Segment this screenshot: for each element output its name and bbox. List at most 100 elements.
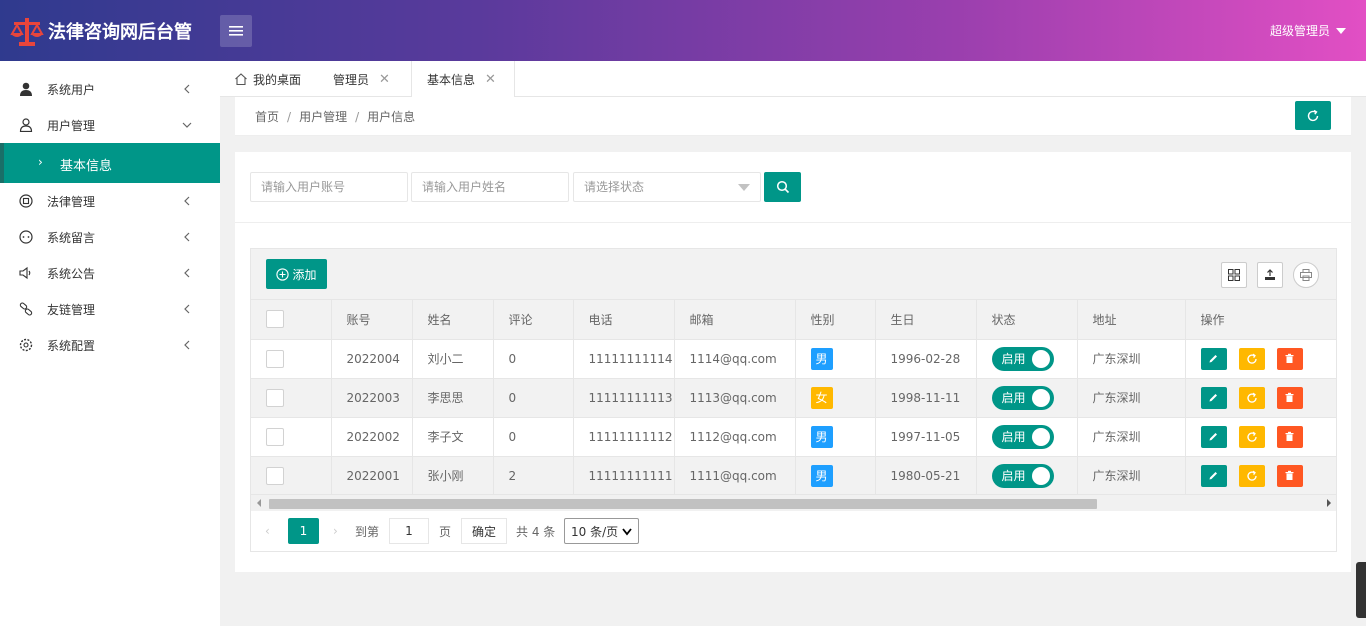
sidebar-item-system-users[interactable]: 系统用户 [0, 71, 220, 107]
row-checkbox-cell [251, 339, 332, 379]
table-header-row: 账号 姓名 评论 电话 邮箱 性别 生日 状态 地址 操作 [251, 300, 1337, 340]
breadcrumb-home[interactable]: 首页 [255, 110, 279, 124]
column-header[interactable]: 评论 [493, 300, 574, 340]
cell-phone: 11111111113 [573, 378, 675, 418]
delete-button[interactable] [1276, 464, 1303, 487]
select-all-checkbox[interactable] [266, 310, 284, 329]
status-select[interactable]: 请选择状态 [573, 172, 761, 202]
chevron-left-icon [184, 196, 190, 206]
sidebar-item-link-management[interactable]: 友链管理 [0, 291, 220, 327]
column-header[interactable]: 地址 [1077, 300, 1186, 340]
goto-page-input[interactable]: 1 [389, 518, 429, 544]
goto-label: 到第 [355, 524, 380, 539]
print-button[interactable] [1293, 262, 1319, 288]
row-checkbox[interactable] [266, 466, 284, 485]
column-header[interactable]: 姓名 [412, 300, 494, 340]
status-toggle[interactable]: 启用 [991, 424, 1054, 449]
sidebar-item-law-management[interactable]: 法律管理 [0, 183, 220, 219]
edit-button[interactable] [1200, 386, 1227, 409]
reset-password-button[interactable] [1238, 464, 1265, 487]
sidebar-item-system-config[interactable]: 系统配置 [0, 327, 220, 363]
reset-password-button[interactable] [1238, 425, 1265, 448]
column-header[interactable]: 性别 [795, 300, 876, 340]
tab-my-desktop[interactable]: 我的桌面 [234, 61, 301, 97]
column-header[interactable]: 账号 [331, 300, 413, 340]
sidebar-item-user-management[interactable]: 用户管理 [0, 107, 220, 143]
tab-admin[interactable]: 管理员 ✕ [333, 61, 390, 97]
prev-page-icon[interactable]: ‹ [265, 518, 270, 544]
chevron-left-icon [184, 232, 190, 242]
close-icon[interactable]: ✕ [379, 72, 390, 87]
users-table: 账号 姓名 评论 电话 邮箱 性别 生日 状态 地址 操作 2022004 刘小二… [251, 300, 1337, 496]
page-current[interactable]: 1 [288, 518, 319, 544]
toggle-knob [1031, 349, 1050, 368]
refresh-icon [1246, 353, 1257, 364]
status-toggle[interactable]: 启用 [991, 463, 1054, 488]
row-checkbox[interactable] [266, 349, 284, 368]
sidebar-item-system-messages[interactable]: 系统留言 [0, 219, 220, 255]
horizontal-scrollbar[interactable] [251, 494, 1336, 511]
reset-password-button[interactable] [1238, 386, 1265, 409]
goto-confirm-button[interactable]: 确定 [461, 518, 507, 544]
sidebar-item-label: 系统留言 [47, 230, 96, 245]
sidebar-item-label: 系统用户 [47, 82, 96, 97]
status-toggle[interactable]: 启用 [991, 385, 1054, 410]
row-checkbox[interactable] [266, 388, 284, 407]
cell-account: 2022001 [331, 456, 413, 496]
breadcrumb-level1[interactable]: 用户管理 [299, 110, 347, 124]
close-icon[interactable]: ✕ [485, 72, 496, 87]
delete-button[interactable] [1276, 425, 1303, 448]
export-button[interactable] [1257, 262, 1283, 288]
scroll-right-icon[interactable] [1327, 499, 1331, 507]
row-checkbox[interactable] [266, 427, 284, 446]
breadcrumb-separator: / [355, 110, 360, 124]
chevron-left-icon [184, 84, 190, 94]
breadcrumb-level2: 用户信息 [367, 110, 416, 124]
chevron-left-icon [184, 340, 190, 350]
cell-gender: 女 [795, 378, 876, 418]
sidebar-subitem-label: 基本信息 [60, 159, 113, 174]
column-header[interactable]: 电话 [573, 300, 675, 340]
cell-email: 1114@qq.com [674, 339, 796, 379]
scrollbar-thumb[interactable] [269, 499, 1097, 509]
refresh-icon [1307, 109, 1319, 121]
tab-basic-info[interactable]: 基本信息 ✕ [411, 61, 515, 98]
edit-button[interactable] [1200, 464, 1227, 487]
scroll-left-icon[interactable] [257, 499, 261, 507]
page-unit-label: 页 [439, 524, 452, 539]
columns-filter-button[interactable] [1221, 262, 1247, 288]
side-widget[interactable] [1356, 562, 1366, 618]
cell-name: 李子文 [412, 417, 494, 457]
next-page-icon[interactable]: › [333, 518, 338, 544]
user-menu[interactable]: 超级管理员 [1270, 22, 1346, 39]
delete-button[interactable] [1276, 386, 1303, 409]
reset-password-button[interactable] [1238, 347, 1265, 370]
cell-address: 广东深圳 [1077, 339, 1186, 379]
pagination: ‹ 1 › 到第 1 页 确定 共 4 条 10 条/页 [251, 512, 1336, 551]
menu-toggle-button[interactable] [220, 15, 252, 47]
column-header[interactable]: 生日 [875, 300, 977, 340]
delete-button[interactable] [1276, 347, 1303, 370]
cell-account: 2022002 [331, 417, 413, 457]
tab-label: 管理员 [333, 72, 370, 87]
tab-label: 基本信息 [427, 73, 476, 87]
search-button[interactable] [764, 172, 801, 202]
chevron-down-icon [182, 122, 192, 128]
sidebar-subitem-basic-info[interactable]: › 基本信息 [0, 143, 220, 183]
name-search-input[interactable]: 请输入用户姓名 [411, 172, 569, 202]
total-count: 共 4 条 [516, 524, 556, 539]
refresh-button[interactable] [1295, 101, 1331, 130]
sidebar-item-label: 法律管理 [47, 194, 96, 209]
trash-icon [1285, 392, 1294, 402]
account-search-input[interactable]: 请输入用户账号 [250, 172, 408, 202]
edit-button[interactable] [1200, 347, 1227, 370]
cell-actions [1185, 339, 1337, 379]
trash-icon [1285, 470, 1294, 480]
status-toggle[interactable]: 启用 [991, 346, 1054, 371]
add-button[interactable]: 添加 [266, 259, 327, 289]
column-header[interactable]: 邮箱 [674, 300, 796, 340]
page-size-select[interactable]: 10 条/页 [564, 518, 639, 544]
edit-button[interactable] [1200, 425, 1227, 448]
column-header[interactable]: 状态 [976, 300, 1078, 340]
sidebar-item-system-announcements[interactable]: 系统公告 [0, 255, 220, 291]
